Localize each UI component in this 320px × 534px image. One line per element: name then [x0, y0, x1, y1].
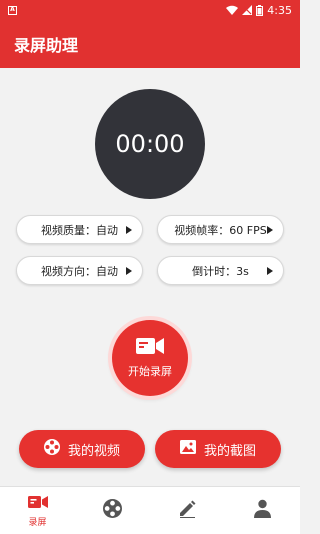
image-icon [179, 440, 196, 458]
video-camera-icon [136, 337, 164, 359]
quality-setting-button[interactable]: 视频质量：自动 [16, 215, 143, 244]
orientation-setting-label: 视频方向：自动 [41, 264, 118, 278]
video-camera-icon [27, 494, 48, 513]
play-arrow-icon [267, 266, 273, 275]
nav-item-record-label: 录屏 [28, 517, 47, 528]
play-arrow-icon [126, 266, 132, 275]
play-arrow-icon [126, 225, 132, 234]
battery-icon [256, 4, 264, 16]
app-title: 录屏助理 [14, 36, 79, 55]
app-bar: 录屏助理 [0, 20, 300, 68]
wifi-icon [226, 5, 239, 15]
framerate-setting-label: 视频帧率：60 FPS [174, 223, 267, 237]
play-arrow-icon [267, 225, 273, 234]
start-recording-button[interactable]: 开始录屏 [112, 320, 188, 396]
orientation-setting-button[interactable]: 视频方向：自动 [16, 256, 143, 285]
my-videos-label: 我的视频 [67, 443, 120, 459]
person-icon [253, 499, 272, 522]
quality-setting-label: 视频质量：自动 [41, 223, 118, 237]
status-right: 4:35 [226, 4, 292, 17]
my-videos-button[interactable]: 我的视频 [19, 430, 145, 468]
timer-display: 00:00 [115, 130, 185, 158]
recording-timer: 00:00 [95, 89, 205, 199]
countdown-setting-label: 倒计时：3s [192, 264, 249, 278]
nav-item-edit[interactable] [150, 487, 225, 534]
start-recording-label: 开始录屏 [128, 365, 172, 378]
clock: 4:35 [267, 3, 292, 17]
bottom-navigation: 录屏 [0, 486, 300, 534]
status-left: A [8, 5, 17, 15]
my-screenshots-button[interactable]: 我的截图 [155, 430, 281, 468]
nav-item-videos[interactable] [75, 487, 150, 534]
signal-icon [242, 5, 253, 15]
my-screenshots-label: 我的截图 [203, 443, 256, 459]
countdown-setting-button[interactable]: 倒计时：3s [157, 256, 284, 285]
status-bar: A 4:35 [0, 0, 300, 20]
notification-icon: A [8, 5, 17, 15]
nav-item-record[interactable]: 录屏 [0, 487, 75, 534]
nav-item-profile[interactable] [225, 487, 300, 534]
film-reel-icon [43, 439, 60, 459]
framerate-setting-button[interactable]: 视频帧率：60 FPS [157, 215, 284, 244]
pencil-icon [178, 499, 197, 522]
film-reel-icon [103, 499, 122, 522]
